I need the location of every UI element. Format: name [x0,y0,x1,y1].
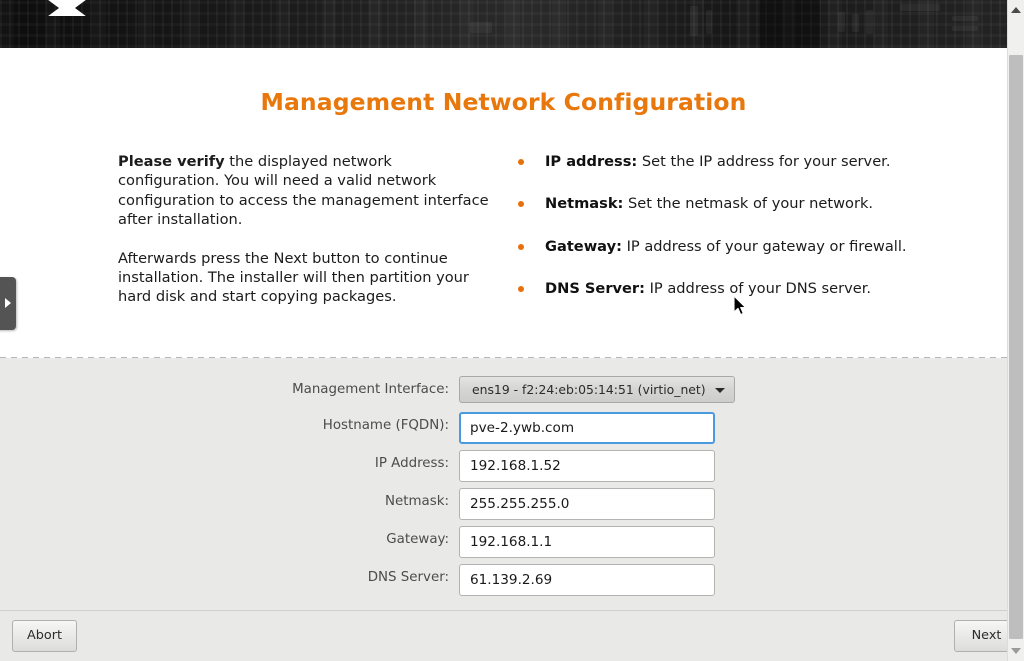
rack-detail [900,4,940,11]
bullet-description: IP address of your gateway or firewall. [622,238,907,255]
bullet-description: Set the netmask of your network. [623,195,873,212]
side-panel-expand-handle[interactable] [0,277,16,330]
next-button[interactable]: Next [954,620,1007,652]
bullet-description: Set the IP address for your server. [637,153,890,170]
hostname-label: Hostname (FQDN): [149,412,449,440]
bullet-dot-icon [518,286,524,292]
rack-detail [760,0,820,48]
gateway-input[interactable]: 192.168.1.1 [459,526,715,558]
chevron-down-icon [715,388,725,393]
form-row-ip-address: IP Address: 192.168.1.52 [0,450,1007,478]
bullet-description: IP address of your DNS server. [645,280,871,297]
form-row-dns-server: DNS Server: 61.139.2.69 [0,564,1007,592]
info-paragraph-2: Afterwards press the Next button to cont… [118,249,490,307]
list-item: DNS Server: IP address of your DNS serve… [512,279,942,298]
hostname-input[interactable]: pve-2.ywb.com [459,412,715,444]
netmask-input[interactable]: 255.255.255.0 [459,488,715,520]
info-paragraph-1: Please verify the displayed network conf… [118,152,490,229]
ip-address-input[interactable]: 192.168.1.52 [459,450,715,482]
bullet-dot-icon [518,244,524,250]
info-paragraph-1-lead: Please verify [118,153,225,170]
list-item: Gateway: IP address of your gateway or f… [512,237,942,256]
dns-server-label: DNS Server: [149,564,449,592]
info-bullet-list: IP address: Set the IP address for your … [512,152,942,298]
bullet-term: Gateway: [545,238,622,255]
scrollbar-thumb[interactable] [1009,55,1023,639]
page-title: Management Network Configuration [0,88,1007,116]
form-row-management-interface: Management Interface: ens19 - f2:24:eb:0… [0,376,1007,404]
bullet-dot-icon [518,201,524,207]
rack-detail [706,10,712,34]
list-item: Netmask: Set the netmask of your network… [512,194,942,213]
proxmox-logo [28,0,106,16]
rack-detail [838,12,845,32]
info-area: Management Network Configuration Please … [0,48,1007,357]
installer-window: Management Network Configuration Please … [0,0,1007,661]
gateway-label: Gateway: [149,526,449,554]
rack-detail [852,14,859,32]
bullet-dot-icon [518,159,524,165]
footer-bar: Abort Next [0,610,1007,661]
form-row-gateway: Gateway: 192.168.1.1 [0,526,1007,554]
management-interface-value: ens19 - f2:24:eb:05:14:51 (virtio_net) [472,382,706,397]
management-interface-select[interactable]: ens19 - f2:24:eb:05:14:51 (virtio_net) [459,376,735,403]
triangle-up-icon[interactable] [1011,7,1021,13]
network-configuration-form: Management Interface: ens19 - f2:24:eb:0… [0,358,1007,610]
rack-detail [470,22,492,33]
vertical-scrollbar[interactable] [1007,0,1024,661]
header-banner [0,0,1007,48]
rack-detail [690,6,698,36]
rack-detail [952,16,978,21]
rack-detail [866,10,873,34]
abort-button[interactable]: Abort [12,620,77,652]
triangle-right-icon [5,298,11,308]
bullet-term: IP address: [545,153,637,170]
rack-detail [952,26,978,31]
list-item: IP address: Set the IP address for your … [512,152,942,171]
netmask-label: Netmask: [149,488,449,516]
bullet-term: Netmask: [545,195,623,212]
info-paragraph-2-text: Afterwards press the Next button to cont… [118,250,469,306]
form-row-hostname: Hostname (FQDN): pve-2.ywb.com [0,412,1007,440]
management-interface-label: Management Interface: [149,376,449,404]
form-row-netmask: Netmask: 255.255.255.0 [0,488,1007,516]
triangle-down-icon[interactable] [1011,648,1021,654]
info-left-column: Please verify the displayed network conf… [118,152,490,307]
ip-address-label: IP Address: [149,450,449,478]
dns-server-input[interactable]: 61.139.2.69 [459,564,715,596]
bullet-term: DNS Server: [545,280,645,297]
